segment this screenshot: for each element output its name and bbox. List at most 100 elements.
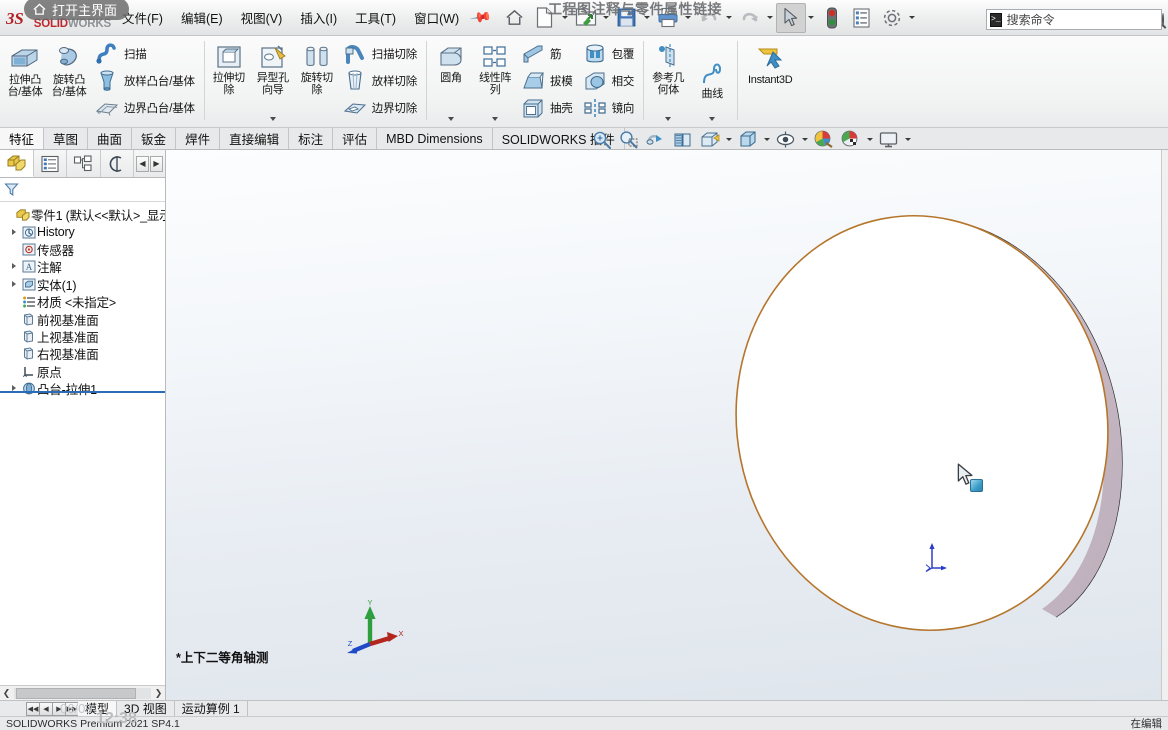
cylindrical-disc-model[interactable] bbox=[556, 205, 1168, 700]
apply-scene-icon[interactable] bbox=[837, 128, 864, 150]
boundary-boss-button[interactable]: 边界凸台/基体 bbox=[91, 94, 201, 121]
fillet-caret[interactable] bbox=[448, 113, 454, 125]
tab-markup[interactable]: 标注 bbox=[289, 128, 334, 149]
tree-filter-row[interactable] bbox=[0, 178, 165, 202]
command-search-box[interactable]: >_ bbox=[986, 9, 1164, 30]
previous-view-icon[interactable] bbox=[642, 128, 669, 150]
revolved-cut-button[interactable]: 旋转切除 bbox=[295, 39, 339, 97]
tab-features[interactable]: 特征 bbox=[0, 128, 45, 149]
curves-caret[interactable] bbox=[709, 113, 715, 125]
previous-icon[interactable]: ◀ bbox=[39, 701, 53, 716]
graphics-area[interactable]: Y X Z bbox=[166, 150, 1168, 700]
tree-expand-history[interactable] bbox=[8, 228, 20, 237]
menu-edit[interactable]: 编辑(E) bbox=[172, 4, 232, 31]
section-view-icon[interactable] bbox=[669, 128, 696, 150]
tree-item-boss-extrude1[interactable]: 凸台-拉伸1 bbox=[0, 379, 165, 398]
select-caret[interactable] bbox=[806, 3, 817, 33]
hole-wizard-button[interactable]: 异型孔向导 bbox=[251, 39, 295, 97]
panel-scroll-left-button[interactable]: ◀ bbox=[136, 155, 149, 172]
hide-show-items-caret[interactable] bbox=[799, 128, 810, 150]
panel-scroll-right-button[interactable]: ▶ bbox=[150, 155, 163, 172]
redo-caret[interactable] bbox=[765, 3, 776, 33]
first-icon[interactable]: ◀◀ bbox=[26, 701, 40, 716]
tree-item-history[interactable]: History bbox=[0, 223, 165, 240]
menu-view[interactable]: 视图(V) bbox=[232, 4, 292, 31]
magnifier-icon[interactable] bbox=[1161, 12, 1164, 27]
swept-cut-button[interactable]: 扫描切除 bbox=[339, 40, 423, 67]
view-settings-icon[interactable] bbox=[875, 128, 902, 150]
tree-item-front-plane[interactable]: 前视基准面 bbox=[0, 310, 165, 328]
shell-button[interactable]: 抽壳 bbox=[517, 94, 579, 121]
zoom-to-area-icon[interactable] bbox=[615, 128, 642, 150]
view-orientation-icon[interactable] bbox=[696, 128, 723, 150]
edit-appearance-icon[interactable] bbox=[810, 128, 837, 150]
view-orientation-caret[interactable] bbox=[723, 128, 734, 150]
tab-mbd-dimensions[interactable]: MBD Dimensions bbox=[377, 128, 493, 149]
tab-weldments[interactable]: 焊件 bbox=[176, 128, 221, 149]
file-properties-icon[interactable] bbox=[847, 3, 877, 33]
scroll-track[interactable] bbox=[14, 687, 151, 699]
tree-item-annotations[interactable]: A 注解 bbox=[0, 258, 165, 275]
lofted-cut-button[interactable]: 放样切除 bbox=[339, 67, 423, 94]
tree-item-material[interactable]: 材质 <未指定> bbox=[0, 293, 165, 310]
extruded-boss-base-button[interactable]: 拉伸凸台/基体 bbox=[3, 39, 47, 99]
reference-geometry-button[interactable]: 参考几何体 bbox=[646, 39, 690, 97]
tree-expand-annotations[interactable] bbox=[8, 262, 20, 271]
home-icon[interactable] bbox=[500, 3, 530, 33]
revolved-boss-base-button[interactable]: 旋转凸台/基体 bbox=[47, 39, 91, 99]
tab-direct-editing[interactable]: 直接编辑 bbox=[220, 128, 290, 149]
intersect-button[interactable]: 相交 bbox=[579, 67, 641, 94]
draft-button[interactable]: 拔模 bbox=[517, 67, 579, 94]
zoom-to-fit-icon[interactable] bbox=[588, 128, 615, 150]
extruded-cut-button[interactable]: 拉伸切除 bbox=[207, 39, 251, 97]
scroll-thumb[interactable] bbox=[16, 687, 136, 699]
instant3d-button[interactable]: Instant3D bbox=[740, 39, 800, 88]
tree-horizontal-scrollbar[interactable]: ❮ ❯ bbox=[0, 685, 165, 700]
tree-expand-solid-bodies[interactable] bbox=[8, 280, 20, 289]
panel-tab-feature-manager[interactable] bbox=[0, 150, 34, 177]
rib-button[interactable]: 筋 bbox=[517, 40, 579, 67]
tab-sketch[interactable]: 草图 bbox=[44, 128, 89, 149]
apply-scene-caret[interactable] bbox=[864, 128, 875, 150]
scroll-left-button[interactable]: ❮ bbox=[0, 687, 13, 700]
boundary-cut-button[interactable]: 边界切除 bbox=[339, 94, 423, 121]
display-style-caret[interactable] bbox=[761, 128, 772, 150]
tab-evaluate[interactable]: 评估 bbox=[333, 128, 378, 149]
curves-button[interactable]: 曲线 bbox=[690, 57, 734, 102]
wrap-button[interactable]: 包覆 bbox=[579, 40, 641, 67]
view-settings-caret[interactable] bbox=[902, 128, 913, 150]
lofted-boss-button[interactable]: 放样凸台/基体 bbox=[91, 67, 201, 94]
undo-caret[interactable] bbox=[724, 3, 735, 33]
redo-icon[interactable] bbox=[735, 3, 765, 33]
linear-pattern-button[interactable]: 线性阵列 bbox=[473, 39, 517, 97]
menu-insert[interactable]: 插入(I) bbox=[291, 4, 346, 31]
fillet-button[interactable]: 圆角 bbox=[429, 39, 473, 86]
select-cursor-icon[interactable] bbox=[775, 2, 806, 33]
bottom-tab-motion-study-1[interactable]: 运动算例 1 bbox=[175, 701, 248, 716]
tree-item-sensors[interactable]: 传感器 bbox=[0, 241, 165, 258]
panel-tab-dimxpert-manager[interactable] bbox=[101, 150, 134, 177]
rebuild-icon[interactable] bbox=[817, 3, 847, 33]
hide-show-items-icon[interactable] bbox=[772, 128, 799, 150]
tab-sheet-metal[interactable]: 钣金 bbox=[132, 128, 177, 149]
hole-wizard-caret[interactable] bbox=[270, 113, 276, 125]
swept-boss-button[interactable]: 扫描 bbox=[91, 40, 201, 67]
tree-item-solid-bodies[interactable]: 实体(1) bbox=[0, 276, 165, 293]
menu-window[interactable]: 窗口(W) bbox=[405, 4, 468, 31]
pin-icon[interactable]: 📌 bbox=[469, 6, 492, 30]
scroll-right-button[interactable]: ❯ bbox=[152, 687, 165, 700]
options-caret[interactable] bbox=[907, 3, 918, 33]
linear-pattern-caret[interactable] bbox=[492, 113, 498, 125]
reference-geometry-caret[interactable] bbox=[665, 113, 671, 125]
display-style-icon[interactable] bbox=[734, 128, 761, 150]
vertical-split-bar[interactable] bbox=[1161, 150, 1168, 700]
menu-tools[interactable]: 工具(T) bbox=[346, 4, 405, 31]
tree-root-part[interactable]: 零件1 (默认<<默认>_显示状 bbox=[0, 206, 165, 223]
mirror-button[interactable]: 镜向 bbox=[579, 94, 641, 121]
tree-item-origin[interactable]: 原点 bbox=[0, 363, 165, 380]
options-gear-icon[interactable] bbox=[877, 3, 907, 33]
tab-surfaces[interactable]: 曲面 bbox=[88, 128, 133, 149]
tree-item-top-plane[interactable]: 上视基准面 bbox=[0, 328, 165, 345]
panel-tab-property-manager[interactable] bbox=[34, 150, 67, 177]
panel-tab-configuration-manager[interactable] bbox=[67, 150, 101, 177]
